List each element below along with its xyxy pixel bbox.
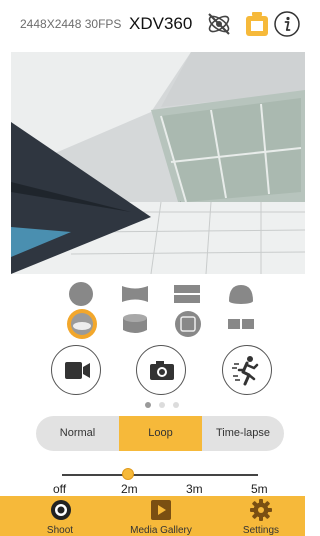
tab-media-gallery[interactable]: Media Gallery (122, 496, 200, 536)
loop-duration-slider[interactable] (62, 474, 258, 476)
camera-model-label: XDV360 (129, 14, 193, 33)
dual-panorama-view-icon[interactable] (172, 283, 202, 305)
slider-label-5m: 5m (251, 482, 268, 496)
cube-view-icon[interactable] (173, 310, 203, 338)
video-camera-icon (65, 362, 90, 379)
photo-camera-icon (150, 361, 174, 380)
preview-scene (11, 52, 305, 274)
tab-shoot[interactable]: Shoot (30, 496, 90, 536)
tab-shoot-label: Shoot (46, 525, 74, 536)
resolution-fps-label: 2448X2448 30FPS (20, 17, 122, 31)
dome-view-icon[interactable] (226, 281, 256, 307)
play-icon (151, 500, 171, 520)
mode-normal[interactable]: Normal (36, 416, 119, 451)
bottom-tab-bar: Shoot Media Gallery Settings (0, 496, 305, 536)
mode-loop[interactable]: Loop (119, 416, 202, 451)
page-dot (173, 402, 179, 408)
slider-label-2m: 2m (121, 482, 138, 496)
slider-thumb[interactable] (122, 468, 134, 480)
burst-mode-button[interactable] (222, 345, 272, 395)
gear-icon (250, 499, 272, 521)
no-sync-icon[interactable] (205, 10, 233, 38)
slider-label-off: off (53, 482, 67, 496)
sphere-view-icon[interactable] (66, 281, 96, 307)
slider-label-3m: 3m (186, 482, 203, 496)
page-dot (159, 402, 165, 408)
recording-mode-selector: Normal Loop Time-lapse (36, 416, 284, 451)
cylinder-view-icon[interactable] (120, 311, 150, 337)
fisheye-view-icon[interactable] (64, 307, 100, 341)
info-icon[interactable] (273, 10, 301, 38)
panorama-view-icon[interactable] (120, 283, 150, 305)
live-camera-preview[interactable] (11, 52, 305, 274)
page-dot (145, 402, 151, 408)
take-photo-button[interactable] (136, 345, 186, 395)
battery-icon (246, 12, 268, 36)
top-status-bar: 2448X2448 30FPS XDV360 (0, 0, 305, 52)
split-view-icon[interactable] (226, 314, 256, 334)
record-video-button[interactable] (51, 345, 101, 395)
burst-mode-icon (232, 356, 259, 386)
tab-settings-label: Settings (242, 525, 280, 536)
tab-settings[interactable]: Settings (236, 496, 286, 536)
page-indicator (0, 402, 305, 410)
mode-time-lapse[interactable]: Time-lapse (202, 416, 284, 451)
shoot-lens-icon (51, 500, 71, 520)
tab-media-gallery-label: Media Gallery (130, 525, 192, 536)
